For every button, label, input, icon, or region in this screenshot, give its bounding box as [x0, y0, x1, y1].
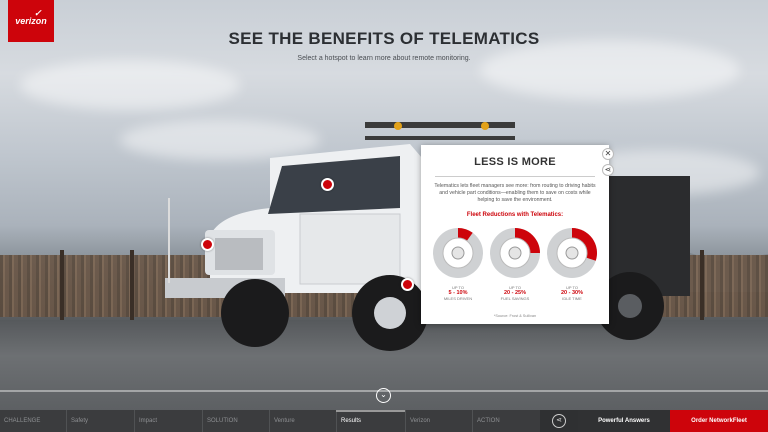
fence-post: [60, 250, 64, 320]
tire-chart-miles: [433, 228, 483, 278]
cloud: [480, 40, 740, 100]
nav-item-safety[interactable]: Safety: [71, 410, 88, 432]
modal-title: LESS IS MORE: [474, 156, 556, 168]
fence-post: [130, 250, 134, 320]
close-icon[interactable]: ✕: [602, 148, 614, 160]
nav-divider: [134, 410, 135, 432]
nav-divider: [66, 410, 67, 432]
modal-divider: [435, 176, 595, 177]
nav-share-button[interactable]: ⋖: [540, 410, 578, 432]
nav-divider: [202, 410, 203, 432]
page-title: SEE THE BENEFITS OF TELEMATICS: [228, 29, 540, 48]
stat-idle: UP TO 20 - 30% IDLE TIME: [546, 285, 598, 301]
nav-item-results[interactable]: Results: [341, 410, 361, 432]
tire-chart-fuel: [490, 228, 540, 278]
share-icon[interactable]: ⋖: [602, 164, 614, 176]
stat-miles: UP TO 5 - 10% MILES DRIVEN: [432, 285, 484, 301]
hotspot-front[interactable]: [201, 238, 214, 251]
nav-item-venture[interactable]: Venture: [274, 410, 295, 432]
stat-label: MILES DRIVEN: [443, 296, 473, 301]
logo-check-icon: ✓: [34, 8, 42, 18]
nav-divider: [405, 410, 406, 432]
fence-post: [700, 250, 704, 320]
order-networkfleet-button[interactable]: Order NetworkFleet: [670, 410, 768, 432]
nav-item-solution[interactable]: SOLUTION: [207, 410, 238, 432]
page-subtitle: Select a hotspot to learn more about rem…: [297, 55, 471, 62]
stat-fuel: UP TO 20 - 25% FUEL SAVINGS: [489, 285, 541, 301]
info-modal: LESS IS MORE Telematics lets fleet manag…: [421, 145, 609, 324]
powerful-answers-button[interactable]: Powerful Answers: [578, 410, 670, 432]
nav-divider: [336, 410, 337, 432]
modal-footnote: *Source: Frost & Sullivan: [493, 314, 537, 318]
modal-subtitle: Fleet Reductions with Telematics:: [466, 212, 564, 218]
tire-chart-idle: [547, 228, 597, 278]
nav-divider: [269, 410, 270, 432]
nav-item-impact[interactable]: Impact: [139, 410, 157, 432]
scroll-down-icon[interactable]: ⌄: [376, 388, 391, 403]
stat-label: IDLE TIME: [562, 296, 582, 301]
nav-divider: [472, 410, 473, 432]
bottom-nav: CHALLENGE Safety Impact SOLUTION Venture…: [0, 410, 768, 432]
modal-body: Telematics lets fleet managers see more:…: [434, 183, 596, 203]
hotspot-wheel[interactable]: [401, 278, 414, 291]
stat-label: FUEL SAVINGS: [500, 296, 530, 301]
nav-item-verizon[interactable]: Verizon: [410, 410, 430, 432]
share-icon: ⋖: [552, 414, 566, 428]
logo-text: verizon: [15, 16, 47, 26]
nav-item-challenge[interactable]: CHALLENGE: [4, 410, 40, 432]
hotspot-cab[interactable]: [321, 178, 334, 191]
cloud: [20, 60, 240, 110]
nav-item-action[interactable]: ACTION: [477, 410, 500, 432]
